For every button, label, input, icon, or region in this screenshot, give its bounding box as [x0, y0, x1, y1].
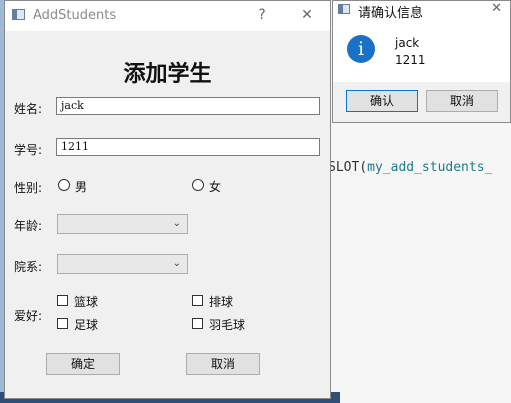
window-icon [338, 4, 350, 14]
gender-female-radio[interactable] [192, 179, 204, 191]
hobby-volleyball-label: 排球 [209, 295, 234, 309]
background-code-line: SLOT(my_add_students_ [328, 160, 492, 175]
dialog-title: AddStudents [33, 8, 117, 23]
gender-male-radio[interactable] [58, 179, 70, 191]
confirm-dialog: 请确认信息 ✕ i jack 1211 确认 取消 [332, 0, 511, 123]
age-select[interactable]: ⌄ [57, 214, 188, 234]
name-label: 姓名: [14, 102, 43, 116]
confirm-cancel-button[interactable]: 取消 [426, 90, 498, 112]
dialog-titlebar[interactable]: AddStudents ? ✕ [5, 1, 330, 31]
hobby-football-checkbox[interactable] [57, 318, 68, 329]
gender-label: 性别: [14, 181, 43, 195]
add-students-dialog: AddStudents ? ✕ 添加学生 姓名: jack 学号: 1211 性… [4, 0, 331, 399]
hobby-badminton-checkbox[interactable] [192, 318, 203, 329]
close-icon[interactable]: ✕ [491, 1, 502, 16]
cancel-button[interactable]: 取消 [186, 353, 260, 375]
hobby-volleyball-checkbox[interactable] [192, 295, 203, 306]
hobby-basketball-label: 篮球 [74, 295, 99, 309]
confirm-ok-button[interactable]: 确认 [346, 90, 418, 112]
chevron-down-icon: ⌄ [172, 218, 181, 229]
info-icon: i [347, 35, 375, 63]
hobby-football-label: 足球 [74, 318, 99, 332]
gender-female-label: 女 [209, 180, 222, 194]
confirm-titlebar[interactable]: 请确认信息 ✕ [333, 1, 510, 21]
ok-button[interactable]: 确定 [46, 353, 120, 375]
close-button[interactable]: ✕ [297, 6, 317, 24]
hobby-basketball-checkbox[interactable] [57, 295, 68, 306]
help-button[interactable]: ? [252, 6, 272, 24]
department-label: 院系: [14, 260, 43, 274]
confirm-message-area: i jack 1211 [333, 19, 510, 82]
student-id-label: 学号: [14, 143, 43, 157]
gender-male-label: 男 [75, 180, 88, 194]
code-function: my_add_students_ [367, 160, 493, 175]
hobby-badminton-label: 羽毛球 [209, 318, 246, 332]
name-input[interactable]: jack [56, 97, 320, 115]
confirm-name-text: jack [395, 36, 420, 50]
student-id-input[interactable]: 1211 [56, 138, 320, 156]
page-title: 添加学生 [123, 61, 212, 87]
age-label: 年龄: [14, 219, 43, 233]
code-prefix: SLOT( [328, 160, 368, 175]
hobby-label: 爱好: [14, 309, 43, 323]
chevron-down-icon: ⌄ [172, 258, 181, 269]
window-icon [12, 9, 25, 20]
confirm-id-text: 1211 [395, 53, 426, 67]
department-select[interactable]: ⌄ [57, 254, 188, 274]
